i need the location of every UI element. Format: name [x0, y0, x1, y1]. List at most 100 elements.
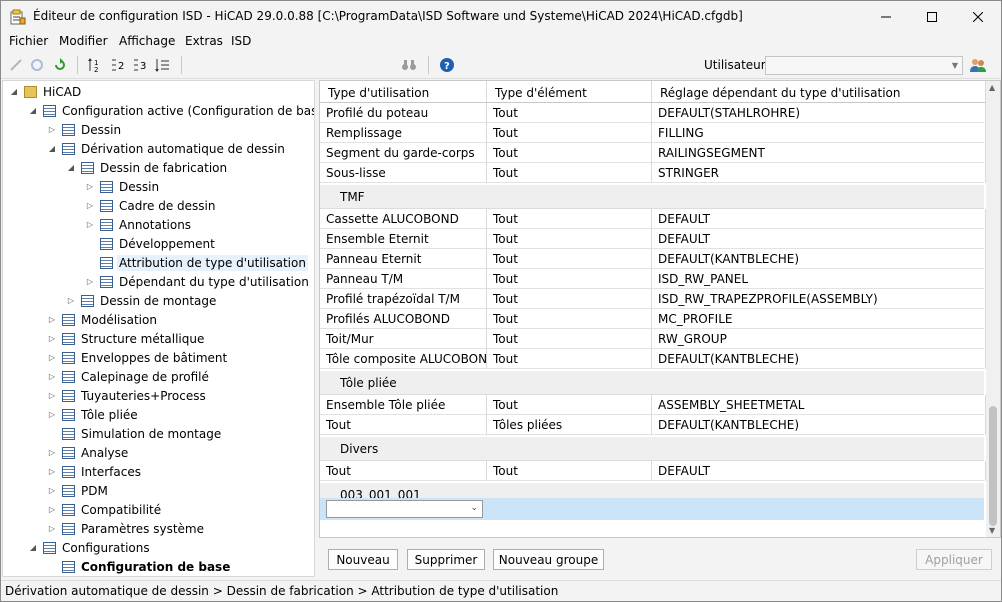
- table-cell[interactable]: Tout: [487, 163, 652, 183]
- new-group-button[interactable]: Nouveau groupe: [493, 549, 604, 570]
- table-cell[interactable]: DEFAULT: [652, 229, 986, 249]
- collapse-icon[interactable]: ◢: [9, 87, 19, 97]
- menu-extras[interactable]: Extras: [185, 34, 223, 48]
- delete-button[interactable]: Supprimer: [407, 549, 485, 570]
- scroll-down-icon[interactable]: ▼: [989, 526, 995, 535]
- table-cell[interactable]: ISD_RW_PANEL: [652, 269, 986, 289]
- tree-item[interactable]: ◢ Dessin de fabrication: [66, 158, 229, 177]
- table-row[interactable]: Tout Tout DEFAULT: [320, 461, 986, 481]
- table-cell[interactable]: DEFAULT(STAHLROHRE): [652, 103, 986, 123]
- tree-item[interactable]: ▷ Structure métallique: [47, 329, 206, 348]
- expand-icon[interactable]: ▷: [85, 182, 95, 192]
- table-cell[interactable]: Toit/Mur: [320, 329, 487, 349]
- table-cell[interactable]: Cassette ALUCOBOND: [320, 209, 487, 229]
- expand-icon[interactable]: ▷: [47, 486, 57, 496]
- table-row[interactable]: Sous-lisse Tout STRINGER: [320, 163, 986, 183]
- menu-isd[interactable]: ISD: [231, 34, 251, 48]
- table-cell[interactable]: Tout: [487, 209, 652, 229]
- table-cell[interactable]: Tout: [487, 143, 652, 163]
- table-cell[interactable]: FILLING: [652, 123, 986, 143]
- table-cell[interactable]: DEFAULT: [652, 461, 986, 481]
- tree-item[interactable]: Configuration de base: [47, 557, 232, 576]
- expand-icon[interactable]: ▷: [47, 410, 57, 420]
- table-cell[interactable]: Tout: [487, 329, 652, 349]
- expand-icon[interactable]: ▷: [47, 505, 57, 515]
- undo-icon[interactable]: [28, 56, 46, 74]
- tree-item[interactable]: Attribution de type d'utilisation: [85, 253, 308, 272]
- collapse-icon[interactable]: ◢: [47, 144, 57, 154]
- table-cell[interactable]: Profilé du poteau: [320, 103, 487, 123]
- expand-icon[interactable]: ▷: [47, 372, 57, 382]
- group-header[interactable]: Tôle pliée: [320, 371, 984, 395]
- column-header-usage-type[interactable]: Type d'utilisation: [320, 81, 487, 103]
- table-cell[interactable]: Tout: [487, 249, 652, 269]
- tree-item[interactable]: ▷ Enveloppes de bâtiment: [47, 348, 229, 367]
- table-row[interactable]: Profilés ALUCOBOND Tout MC_PROFILE: [320, 309, 986, 329]
- collapse-icon[interactable]: ◢: [28, 106, 38, 116]
- column-header-setting[interactable]: Réglage dépendant du type d'utilisation: [652, 81, 986, 103]
- table-cell[interactable]: Tout: [487, 461, 652, 481]
- table-row[interactable]: Profilé trapézoïdal T/M Tout ISD_RW_TRAPEZ…: [320, 289, 986, 309]
- table-cell[interactable]: Profilé trapézoïdal T/M: [320, 289, 487, 309]
- table-cell[interactable]: STRINGER: [652, 163, 986, 183]
- expand-icon[interactable]: ▷: [47, 391, 57, 401]
- table-row[interactable]: Toit/Mur Tout RW_GROUP: [320, 329, 986, 349]
- table-cell[interactable]: Tout: [487, 123, 652, 143]
- table-cell[interactable]: Panneau T/M: [320, 269, 487, 289]
- expand-icon[interactable]: ▷: [47, 334, 57, 344]
- table-row[interactable]: Ensemble Tôle pliée Tout ASSEMBLY_SHEETMET…: [320, 395, 986, 415]
- expand-icon[interactable]: ▷: [66, 296, 76, 306]
- minimize-button[interactable]: [863, 1, 909, 32]
- table-cell[interactable]: ISD_RW_TRAPEZPROFILE(ASSEMBLY): [652, 289, 986, 309]
- apply-button[interactable]: Appliquer: [916, 549, 992, 570]
- table-cell[interactable]: Tôle composite ALUCOBOND: [320, 349, 487, 369]
- table-row[interactable]: Tout Tôles pliées DEFAULT(KANTBLECHE): [320, 415, 986, 435]
- expand-icon[interactable]: ▷: [85, 201, 95, 211]
- table-cell[interactable]: DEFAULT(KANTBLECHE): [652, 415, 986, 435]
- tree-item[interactable]: ▷ Annotations: [85, 215, 193, 234]
- edit-icon[interactable]: [7, 56, 25, 74]
- expand-icon[interactable]: ▷: [47, 467, 57, 477]
- table-cell[interactable]: Tout: [487, 309, 652, 329]
- scroll-thumb[interactable]: [989, 406, 997, 526]
- tree-item[interactable]: Développement: [85, 234, 217, 253]
- table-cell[interactable]: RAILINGSEGMENT: [652, 143, 986, 163]
- table-row[interactable]: Profilé du poteau Tout DEFAULT(STAHLROHRE): [320, 103, 986, 123]
- table-cell[interactable]: Ensemble Tôle pliée: [320, 395, 487, 415]
- users-icon[interactable]: [969, 56, 987, 74]
- table-cell[interactable]: MC_PROFILE: [652, 309, 986, 329]
- table-cell[interactable]: Tout: [320, 461, 487, 481]
- table-cell[interactable]: Tout: [487, 395, 652, 415]
- column-header-element-type[interactable]: Type d'élément: [487, 81, 652, 103]
- menu-modifier[interactable]: Modifier: [59, 34, 108, 48]
- table-row[interactable]: Segment du garde-corps Tout RAILINGSEGMENT: [320, 143, 986, 163]
- group-header[interactable]: TMF: [320, 185, 984, 209]
- tree-item[interactable]: ▷ Tôle pliée: [47, 405, 140, 424]
- tree-item[interactable]: ▷ Paramètres système: [47, 519, 206, 538]
- new-entry-row[interactable]: ⌄: [320, 498, 984, 520]
- tree-item[interactable]: ▷ Interfaces: [47, 462, 143, 481]
- user-select[interactable]: ▼: [765, 56, 963, 75]
- expand-icon[interactable]: ▷: [47, 448, 57, 458]
- binoculars-icon[interactable]: [400, 56, 418, 74]
- expand-icon[interactable]: ▷: [47, 353, 57, 363]
- sort-ascending-icon[interactable]: 12: [87, 56, 105, 74]
- usage-type-combobox[interactable]: ⌄: [326, 500, 483, 518]
- table-row[interactable]: Panneau T/M Tout ISD_RW_PANEL: [320, 269, 986, 289]
- table-row[interactable]: Cassette ALUCOBOND Tout DEFAULT: [320, 209, 986, 229]
- table-cell[interactable]: Tout: [487, 349, 652, 369]
- table-cell[interactable]: Sous-lisse: [320, 163, 487, 183]
- refresh-icon[interactable]: [51, 56, 69, 74]
- tree-item[interactable]: ▷ Tuyauteries+Process: [47, 386, 208, 405]
- table-row[interactable]: Tôle composite ALUCOBOND Tout DEFAULT(KANT…: [320, 349, 986, 369]
- sort-level-icon[interactable]: [154, 56, 172, 74]
- menu-fichier[interactable]: Fichier: [9, 34, 48, 48]
- tree-item[interactable]: ◢ HiCAD: [9, 82, 83, 101]
- tree-item[interactable]: Simulation de montage: [47, 424, 223, 443]
- table-cell[interactable]: DEFAULT: [652, 209, 986, 229]
- tree-item[interactable]: ▷ Dépendant du type d'utilisation: [85, 272, 311, 291]
- expand-icon[interactable]: ▷: [47, 524, 57, 534]
- tree-item[interactable]: ◢ Configuration active (Configuration de …: [28, 101, 314, 120]
- new-button[interactable]: Nouveau: [328, 549, 398, 570]
- expand-icon[interactable]: ▷: [47, 125, 57, 135]
